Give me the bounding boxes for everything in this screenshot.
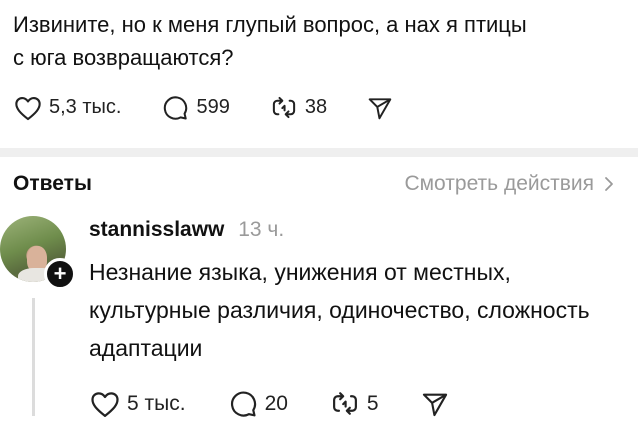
- section-divider: [0, 148, 638, 157]
- plus-icon[interactable]: +: [44, 258, 76, 290]
- post-text: Извините, но к меня глупый вопрос, а нах…: [13, 12, 527, 70]
- reply-text: Незнание языка, унижения от местных, кул…: [89, 259, 590, 361]
- post-actions: 5,3 тыс. 599 38: [14, 94, 393, 121]
- reply-header: stannisslaww 13 ч.: [89, 218, 284, 242]
- reply-share-button[interactable]: [421, 391, 449, 417]
- like-button[interactable]: 5,3 тыс.: [14, 95, 121, 121]
- reply-like-count: 5 тыс.: [127, 391, 186, 415]
- repost-button[interactable]: 38: [270, 94, 327, 121]
- repost-icon: [272, 96, 295, 119]
- send-icon: [368, 97, 392, 119]
- repost-count: 38: [304, 96, 328, 118]
- reply-timestamp: 13 ч.: [238, 218, 285, 241]
- heart-icon: [15, 96, 41, 120]
- reply-repost-count: 5: [366, 391, 379, 415]
- like-count: 5,3 тыс.: [49, 96, 122, 118]
- view-activity-link[interactable]: Смотреть действия: [404, 172, 614, 196]
- replies-title: Ответы: [13, 172, 92, 195]
- thread-line: [32, 298, 35, 416]
- repost-icon: [332, 392, 357, 415]
- comment-button[interactable]: 599: [161, 94, 230, 121]
- reply-username[interactable]: stannisslaww: [89, 218, 224, 241]
- comment-count: 599: [196, 96, 230, 118]
- chevron-right-icon: [605, 177, 613, 191]
- reply-actions: 5 тыс. 20 5: [90, 389, 449, 418]
- comment-bubble-icon: [164, 96, 188, 120]
- send-icon: [422, 393, 447, 416]
- reply-repost-button[interactable]: 5: [330, 389, 379, 418]
- share-button[interactable]: [367, 96, 393, 120]
- comment-bubble-icon: [230, 391, 256, 417]
- view-activity-label: Смотреть действия: [404, 172, 594, 195]
- reply-comment-button[interactable]: 20: [228, 389, 288, 418]
- heart-icon: [91, 391, 119, 417]
- reply-comment-count: 20: [264, 391, 288, 415]
- reply-like-button[interactable]: 5 тыс.: [90, 390, 186, 418]
